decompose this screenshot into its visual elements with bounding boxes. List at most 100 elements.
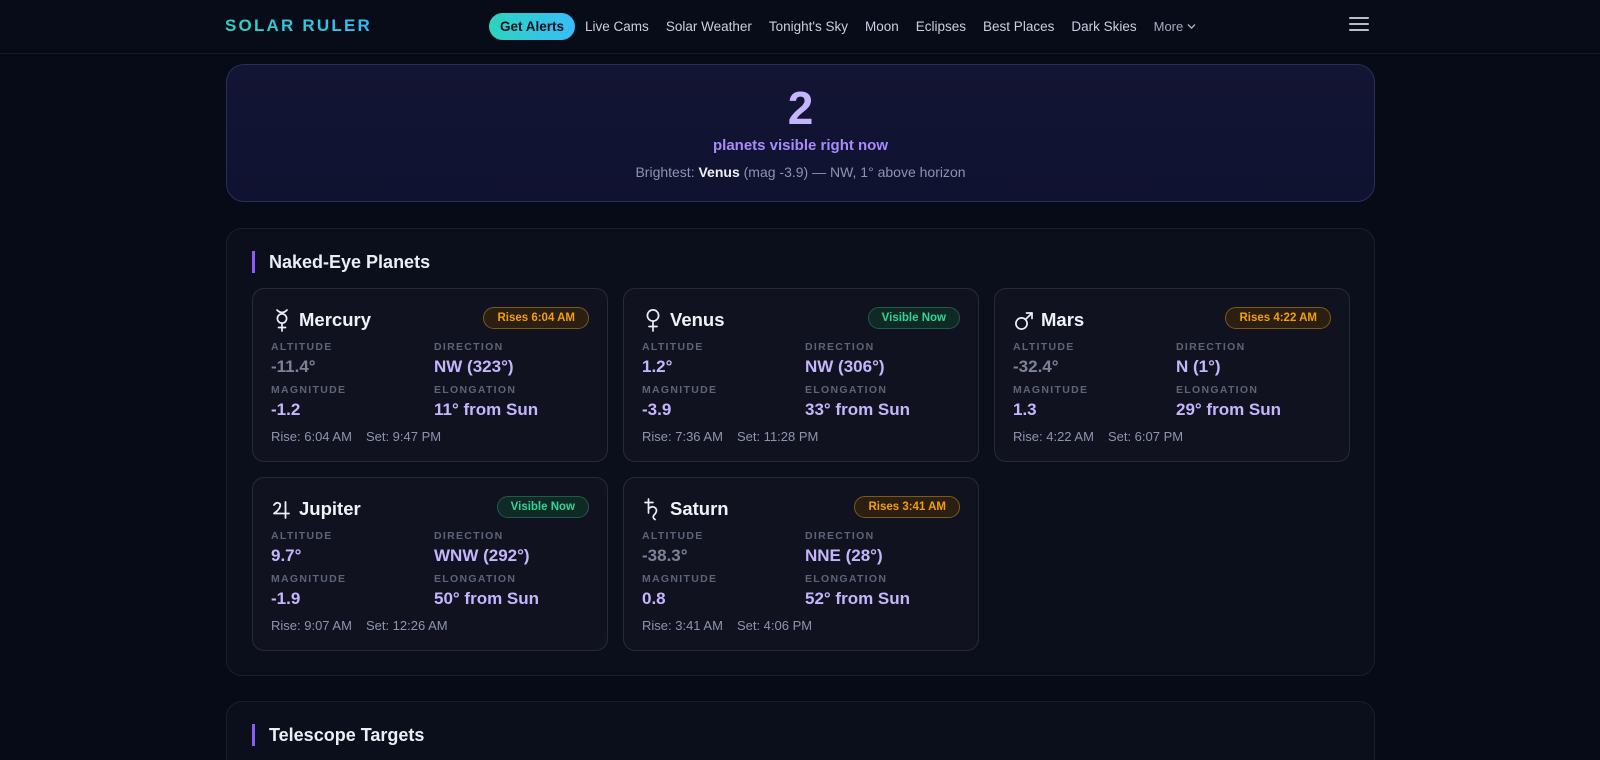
venus-icon xyxy=(642,307,664,333)
status-badge: Rises 6:04 AM xyxy=(483,307,589,329)
direction-label: DIRECTION xyxy=(805,341,875,353)
nav-more-dropdown[interactable]: More xyxy=(1154,19,1197,34)
set-time: Set: 12:26 AM xyxy=(365,618,448,633)
elongation-value: 11° from Sun xyxy=(434,400,539,419)
altitude-label: ALTITUDE xyxy=(271,341,333,353)
elongation-label: ELONGATION xyxy=(434,384,517,396)
planet-card-mars[interactable]: Mars Rises 4:22 AM ALTITUDE -32.4° DIREC… xyxy=(994,288,1350,462)
naked-eye-planets-section: Naked-Eye Planets Mercury Rises 6:04 AM … xyxy=(226,228,1375,676)
brightest-planet-detail: (mag -3.9) — NW, 1° above horizon xyxy=(743,164,966,180)
planet-card-saturn[interactable]: Saturn Rises 3:41 AM ALTITUDE -38.3° DIR… xyxy=(623,477,979,651)
chevron-down-icon xyxy=(1187,23,1196,29)
altitude-label: ALTITUDE xyxy=(271,530,333,542)
status-badge: Visible Now xyxy=(867,307,960,329)
rise-set-times: Rise: 9:07 AM Set: 12:26 AM xyxy=(271,618,448,633)
section-title: Telescope Targets xyxy=(252,724,424,746)
magnitude-value: -3.9 xyxy=(642,400,672,419)
altitude-value: -32.4° xyxy=(1013,357,1059,376)
altitude-value: 1.2° xyxy=(642,357,673,376)
nav-link-solar-weather[interactable]: Solar Weather xyxy=(666,19,752,34)
direction-label: DIRECTION xyxy=(434,341,504,353)
visible-planets-summary: 2 planets visible right now Brightest: V… xyxy=(226,64,1375,202)
altitude-value: -11.4° xyxy=(271,357,316,376)
nav-link-tonights-sky[interactable]: Tonight's Sky xyxy=(769,19,848,34)
planet-name: Venus xyxy=(670,309,725,330)
direction-value: WNW (292°) xyxy=(434,546,530,565)
direction-label: DIRECTION xyxy=(1176,341,1246,353)
planet-name: Mercury xyxy=(299,309,371,330)
altitude-value: 9.7° xyxy=(271,546,302,565)
status-badge: Rises 3:41 AM xyxy=(854,496,960,518)
planet-card-mercury[interactable]: Mercury Rises 6:04 AM ALTITUDE -11.4° DI… xyxy=(252,288,608,462)
rise-time: Rise: 7:36 AM xyxy=(642,429,723,444)
direction-value: NW (323°) xyxy=(434,357,514,376)
visible-planets-subtitle: planets visible right now xyxy=(712,137,889,154)
jupiter-icon xyxy=(271,496,293,522)
rise-set-times: Rise: 4:22 AM Set: 6:07 PM xyxy=(1013,429,1183,444)
set-time: Set: 6:07 PM xyxy=(1107,429,1184,444)
main-nav: Get Alerts Live Cams Solar Weather Tonig… xyxy=(489,12,1196,40)
elongation-value: 29° from Sun xyxy=(1176,400,1282,419)
planet-name: Saturn xyxy=(670,498,729,519)
direction-value: N (1°) xyxy=(1176,357,1221,376)
elongation-value: 50° from Sun xyxy=(434,589,540,608)
altitude-label: ALTITUDE xyxy=(642,530,704,542)
rise-time: Rise: 9:07 AM xyxy=(271,618,352,633)
elongation-value: 52° from Sun xyxy=(805,589,911,608)
nav-link-live-cams[interactable]: Live Cams xyxy=(585,19,649,34)
get-alerts-button[interactable]: Get Alerts xyxy=(489,12,576,40)
rise-set-times: Rise: 7:36 AM Set: 11:28 PM xyxy=(642,429,818,444)
direction-value: NW (306°) xyxy=(805,357,885,376)
planet-card-venus[interactable]: Venus Visible Now ALTITUDE 1.2° DIRECTIO… xyxy=(623,288,979,462)
magnitude-label: MAGNITUDE xyxy=(271,384,347,396)
elongation-label: ELONGATION xyxy=(805,573,888,585)
altitude-label: ALTITUDE xyxy=(642,341,704,353)
hamburger-menu-icon[interactable] xyxy=(1349,17,1369,33)
magnitude-label: MAGNITUDE xyxy=(1013,384,1089,396)
magnitude-value: -1.2 xyxy=(271,400,301,419)
planet-card-jupiter[interactable]: Jupiter Visible Now ALTITUDE 9.7° DIRECT… xyxy=(252,477,608,651)
set-time: Set: 9:47 PM xyxy=(365,429,442,444)
set-time: Set: 11:28 PM xyxy=(736,429,819,444)
nav-link-eclipses[interactable]: Eclipses xyxy=(916,19,966,34)
planet-name: Mars xyxy=(1041,309,1085,330)
rise-time: Rise: 4:22 AM xyxy=(1013,429,1094,444)
altitude-value: -38.3° xyxy=(642,546,688,565)
elongation-value: 33° from Sun xyxy=(805,400,911,419)
direction-value: NNE (28°) xyxy=(805,546,883,565)
rise-time: Rise: 6:04 AM xyxy=(271,429,352,444)
telescope-targets-section: Telescope Targets xyxy=(226,701,1375,760)
mercury-icon xyxy=(271,307,293,333)
magnitude-label: MAGNITUDE xyxy=(271,573,347,585)
altitude-label: ALTITUDE xyxy=(1013,341,1075,353)
status-badge: Visible Now xyxy=(496,496,589,518)
saturn-icon xyxy=(642,496,664,522)
magnitude-value: -1.9 xyxy=(271,589,301,608)
set-time: Set: 4:06 PM xyxy=(736,618,813,633)
elongation-label: ELONGATION xyxy=(434,573,517,585)
direction-label: DIRECTION xyxy=(434,530,504,542)
magnitude-value: 1.3 xyxy=(1013,400,1037,419)
elongation-label: ELONGATION xyxy=(1176,384,1259,396)
status-badge: Rises 4:22 AM xyxy=(1225,307,1331,329)
brand-logo[interactable]: SOLAR RULER xyxy=(225,16,372,36)
section-title: Naked-Eye Planets xyxy=(252,251,430,273)
planet-name: Jupiter xyxy=(299,498,361,519)
magnitude-value: 0.8 xyxy=(642,589,666,608)
mars-icon xyxy=(1013,307,1035,333)
brightest-planet-line: Brightest: Venus (mag -3.9) — NW, 1° abo… xyxy=(227,164,1374,180)
magnitude-label: MAGNITUDE xyxy=(642,384,718,396)
visible-planet-count: 2 xyxy=(787,82,814,134)
nav-more-label: More xyxy=(1153,18,1184,34)
direction-label: DIRECTION xyxy=(805,530,875,542)
rise-time: Rise: 3:41 AM xyxy=(642,618,723,633)
rise-set-times: Rise: 6:04 AM Set: 9:47 PM xyxy=(271,429,441,444)
top-navigation-bar: SOLAR RULER Get Alerts Live Cams Solar W… xyxy=(0,0,1600,54)
brightest-planet-name: Venus xyxy=(698,164,740,180)
nav-link-best-places[interactable]: Best Places xyxy=(983,19,1054,34)
nav-link-moon[interactable]: Moon xyxy=(865,19,899,34)
elongation-label: ELONGATION xyxy=(805,384,888,396)
magnitude-label: MAGNITUDE xyxy=(642,573,718,585)
nav-link-dark-skies[interactable]: Dark Skies xyxy=(1071,19,1136,34)
brightest-prefix: Brightest: xyxy=(635,164,695,180)
